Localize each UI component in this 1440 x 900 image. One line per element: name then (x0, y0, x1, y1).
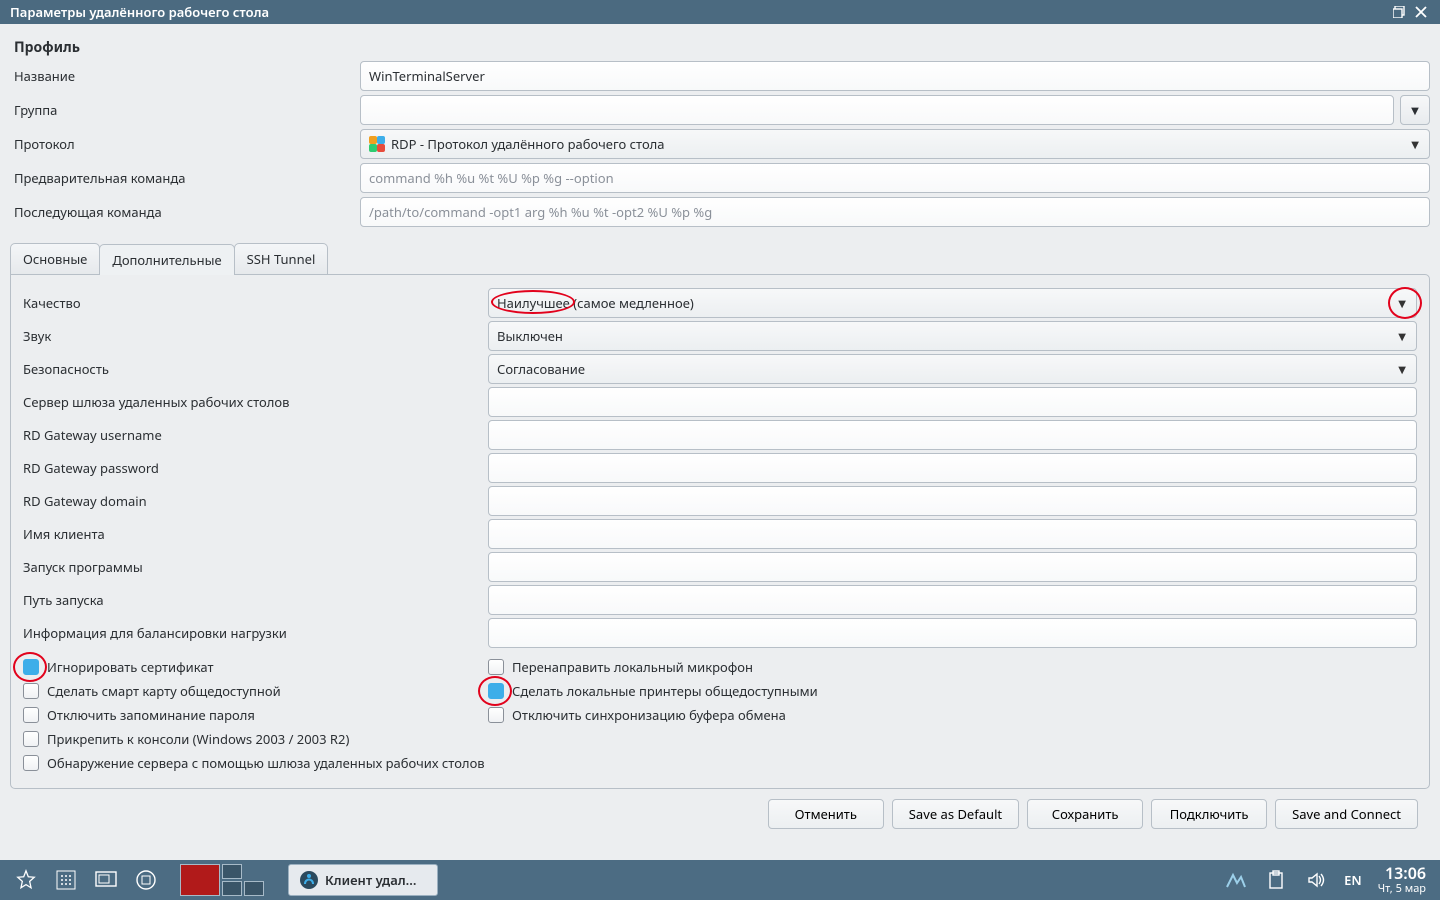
chevron-down-icon: ▼ (1411, 103, 1419, 117)
security-label: Безопасность (23, 360, 488, 378)
gw-username-label: RD Gateway username (23, 426, 488, 444)
client-name-input[interactable] (488, 519, 1417, 549)
detect-gateway-label: Обнаружение сервера с помощью шлюза удал… (47, 754, 485, 772)
start-program-label: Запуск программы (23, 558, 488, 576)
start-program-input[interactable] (488, 552, 1417, 582)
cancel-button[interactable]: Отменить (768, 799, 884, 829)
detect-gateway-checkbox[interactable]: Обнаружение сервера с помощью шлюза удал… (23, 754, 1417, 772)
app-grid-icon[interactable] (52, 866, 80, 894)
checkbox-icon (23, 755, 39, 771)
loadbalance-label: Информация для балансировки нагрузки (23, 624, 488, 642)
checkbox-icon (23, 683, 39, 699)
taskbar-app-label: Клиент удал... (325, 871, 416, 889)
gateway-server-input[interactable] (488, 387, 1417, 417)
disable-clipboard-sync-label: Отключить синхронизацию буфера обмена (512, 706, 786, 724)
workspace-switcher[interactable] (172, 864, 272, 896)
chevron-down-icon: ▼ (1398, 329, 1406, 343)
gw-password-label: RD Gateway password (23, 459, 488, 477)
chevron-down-icon: ▼ (1398, 296, 1406, 310)
gw-username-input[interactable] (488, 420, 1417, 450)
redirect-mic-label: Перенаправить локальный микрофон (512, 658, 753, 676)
advanced-panel: Качество Наилучшее (самое медленное) ▼ З… (10, 274, 1430, 789)
share-printers-label: Сделать локальные принтеры общедоступным… (512, 682, 818, 700)
taskbar: Клиент удал... EN 13:06 Чт, 5 мар (0, 860, 1440, 900)
tab-advanced[interactable]: Дополнительные (99, 244, 234, 275)
postcmd-label: Последующая команда (10, 203, 360, 221)
window-title: Параметры удалённого рабочего стола (10, 3, 1386, 21)
start-path-input[interactable] (488, 585, 1417, 615)
name-input[interactable] (360, 61, 1430, 91)
share-smartcard-checkbox[interactable]: Сделать смарт карту общедоступной (23, 682, 488, 700)
chevron-down-icon: ▼ (1398, 362, 1406, 376)
save-and-connect-button[interactable]: Save and Connect (1275, 799, 1418, 829)
protocol-select[interactable]: RDP - Протокол удалённого рабочего стола… (360, 129, 1430, 159)
gateway-server-label: Сервер шлюза удаленных рабочих столов (23, 393, 488, 411)
start-menu-icon[interactable] (12, 866, 40, 894)
disable-password-store-checkbox[interactable]: Отключить запоминание пароля (23, 706, 488, 724)
ignore-cert-label: Игнорировать сертификат (47, 658, 214, 676)
clock[interactable]: 13:06 Чт, 5 мар (1378, 865, 1426, 895)
sound-select[interactable]: Выключен ▼ (488, 321, 1417, 351)
clock-date: Чт, 5 мар (1378, 883, 1426, 895)
security-select[interactable]: Согласование ▼ (488, 354, 1417, 384)
quality-select[interactable]: Наилучшее (самое медленное) ▼ (488, 288, 1417, 318)
quality-value: Наилучшее (самое медленное) (497, 294, 694, 312)
redirect-mic-checkbox[interactable]: Перенаправить локальный микрофон (488, 658, 1417, 676)
group-dropdown-button[interactable]: ▼ (1400, 95, 1430, 125)
checkbox-icon (488, 683, 504, 699)
ignore-cert-checkbox[interactable]: Игнорировать сертификат (23, 658, 488, 676)
dialog-buttons: Отменить Save as Default Сохранить Подкл… (10, 789, 1430, 837)
window-titlebar: Параметры удалённого рабочего стола (0, 0, 1440, 24)
tab-ssh-tunnel[interactable]: SSH Tunnel (234, 243, 329, 274)
dialog-content: Профиль Название Группа ▼ Протокол RDP -… (0, 24, 1440, 860)
show-desktop-icon[interactable] (92, 866, 120, 894)
disable-password-store-label: Отключить запоминание пароля (47, 706, 255, 724)
quality-label: Качество (23, 294, 488, 312)
window-close-button[interactable] (1412, 3, 1430, 21)
checkbox-icon (23, 731, 39, 747)
taskbar-app-remmina[interactable]: Клиент удал... (288, 864, 438, 896)
checkbox-icon (23, 659, 39, 675)
chevron-down-icon: ▼ (1411, 137, 1419, 151)
keyboard-layout-indicator[interactable]: EN (1344, 871, 1362, 889)
profile-heading: Профиль (14, 38, 1430, 57)
sound-label: Звук (23, 327, 488, 345)
precmd-label: Предварительная команда (10, 169, 360, 187)
rdp-icon (369, 136, 385, 152)
group-input[interactable] (360, 95, 1394, 125)
tab-basic[interactable]: Основные (10, 243, 100, 274)
tray-indicator-icon[interactable] (1222, 866, 1250, 894)
client-name-label: Имя клиента (23, 525, 488, 543)
loadbalance-input[interactable] (488, 618, 1417, 648)
checkbox-icon (488, 659, 504, 675)
clipboard-icon[interactable] (1262, 866, 1290, 894)
group-label: Группа (10, 101, 360, 119)
share-smartcard-label: Сделать смарт карту общедоступной (47, 682, 281, 700)
save-as-default-button[interactable]: Save as Default (892, 799, 1019, 829)
security-value: Согласование (497, 360, 585, 378)
save-button[interactable]: Сохранить (1027, 799, 1143, 829)
disable-clipboard-sync-checkbox[interactable]: Отключить синхронизацию буфера обмена (488, 706, 1417, 724)
volume-icon[interactable] (1302, 866, 1330, 894)
checkbox-icon (23, 707, 39, 723)
protocol-label: Протокол (10, 135, 360, 153)
attach-console-label: Прикрепить к консоли (Windows 2003 / 200… (47, 730, 349, 748)
tabs: Основные Дополнительные SSH Tunnel (10, 243, 1430, 274)
gw-password-input[interactable] (488, 453, 1417, 483)
window-restore-button[interactable] (1390, 3, 1408, 21)
start-path-label: Путь запуска (23, 591, 488, 609)
share-printers-checkbox[interactable]: Сделать локальные принтеры общедоступным… (488, 682, 1417, 700)
protocol-value: RDP - Протокол удалённого рабочего стола (391, 135, 665, 153)
gw-domain-input[interactable] (488, 486, 1417, 516)
sound-value: Выключен (497, 327, 563, 345)
checkbox-icon (488, 707, 504, 723)
gw-domain-label: RD Gateway domain (23, 492, 488, 510)
name-label: Название (10, 67, 360, 85)
taskview-icon[interactable] (132, 866, 160, 894)
attach-console-checkbox[interactable]: Прикрепить к консоли (Windows 2003 / 200… (23, 730, 1417, 748)
connect-button[interactable]: Подключить (1151, 799, 1267, 829)
pre-command-input[interactable] (360, 163, 1430, 193)
post-command-input[interactable] (360, 197, 1430, 227)
